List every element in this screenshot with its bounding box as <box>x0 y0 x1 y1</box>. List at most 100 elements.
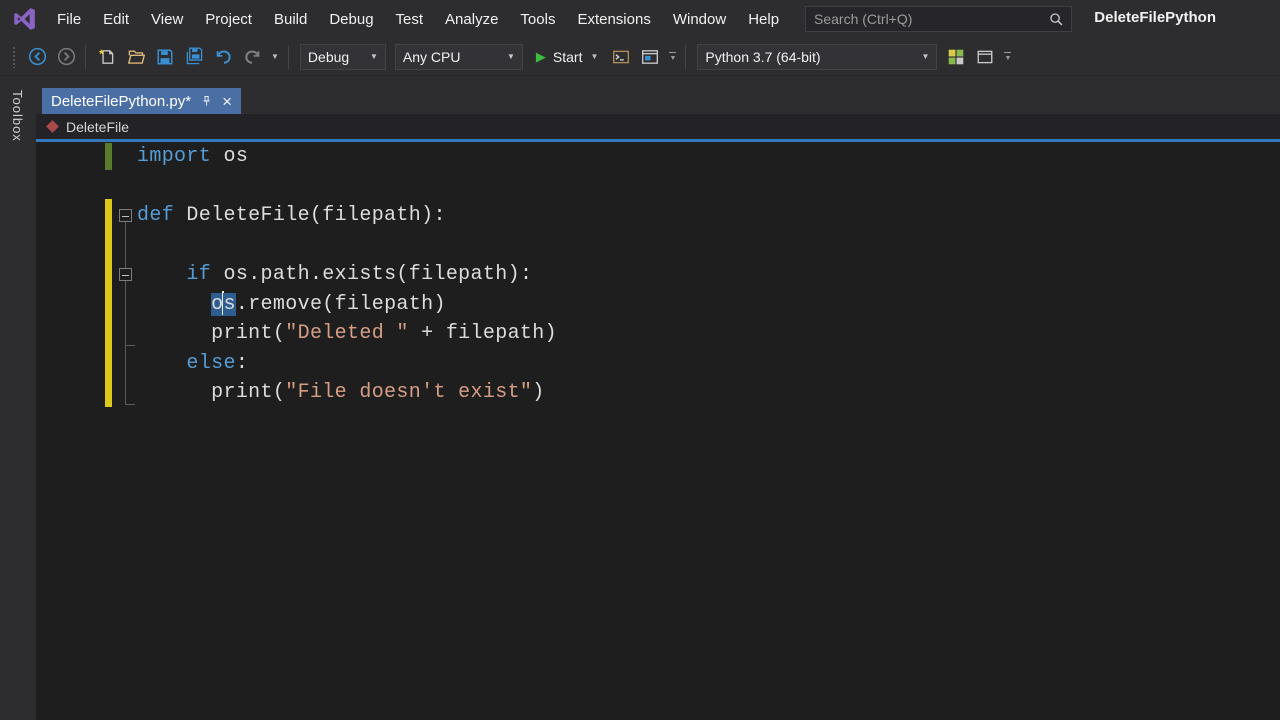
chevron-down-icon: ▼ <box>921 52 930 61</box>
code-token: os.path.exists(filepath): <box>211 263 533 286</box>
code-line[interactable]: os.remove(filepath) <box>137 290 1280 320</box>
code-token: ) <box>532 381 545 404</box>
menu-bar: File Edit View Project Build Debug Test Analyze… <box>0 0 1280 38</box>
python-environment-value: Python 3.7 (64-bit) <box>705 48 821 65</box>
chevron-down-icon: ▼ <box>507 52 515 61</box>
console-window-icon[interactable] <box>611 47 631 67</box>
toolbar-separator <box>287 44 289 69</box>
visual-studio-logo-icon <box>10 5 38 33</box>
code-lines: import os def DeleteFile(filepath): if os… <box>137 142 1280 408</box>
code-token: print( <box>137 381 286 404</box>
code-line[interactable]: print("File doesn't exist") <box>137 378 1280 408</box>
code-token: os <box>211 145 249 168</box>
code-token: else <box>186 351 236 375</box>
code-token: DeleteFile(filepath): <box>174 204 446 227</box>
pin-tab-icon[interactable] <box>200 95 213 108</box>
toolbar-overflow-icon[interactable]: ▼ <box>669 52 676 62</box>
start-options-chevron-icon[interactable]: ▼ <box>591 52 599 61</box>
toolbox-rail: Toolbox <box>0 76 36 720</box>
start-label: Start <box>552 48 583 65</box>
code-token: "Deleted " <box>285 322 409 345</box>
navigate-back-icon[interactable] <box>27 47 47 67</box>
code-token: : <box>235 351 249 375</box>
code-line[interactable]: if os.path.exists(filepath): <box>137 260 1280 290</box>
code-line[interactable]: import os <box>137 142 1280 172</box>
change-bar-saved <box>105 143 112 170</box>
window-title: DeleteFilePython <box>1094 9 1216 26</box>
visual-studio-window: File Edit View Project Build Debug Test Analyze… <box>0 0 1280 720</box>
environment-grid-icon[interactable] <box>946 47 966 67</box>
menu-item-window[interactable]: Window <box>662 0 737 38</box>
code-token: def <box>137 204 175 227</box>
new-file-icon[interactable] <box>97 47 117 67</box>
toolbox-tab[interactable]: Toolbox <box>10 90 25 142</box>
navigation-bar[interactable]: DeleteFile <box>36 114 1280 139</box>
code-line[interactable]: print("Deleted " + filepath) <box>137 319 1280 349</box>
redo-icon[interactable] <box>242 47 262 67</box>
menu-item-edit[interactable]: Edit <box>92 0 140 38</box>
menu-item-help[interactable]: Help <box>737 0 790 38</box>
menu-item-project[interactable]: Project <box>194 0 263 38</box>
code-token: .remove(filepath) <box>235 292 446 316</box>
chevron-down-icon: ▼ <box>370 52 378 61</box>
tab-strip: DeleteFilePython.py* × <box>36 76 1280 114</box>
collapse-toggle-def[interactable] <box>119 209 132 222</box>
close-tab-icon[interactable]: × <box>222 93 232 110</box>
code-line[interactable] <box>137 231 1280 261</box>
toolbar-overflow-icon[interactable]: ▼ <box>1004 52 1011 62</box>
collapse-toggle-if[interactable] <box>119 268 132 281</box>
menu-item-build[interactable]: Build <box>263 0 318 38</box>
code-token: import <box>137 145 212 168</box>
save-icon[interactable] <box>155 47 175 67</box>
code-token: s <box>223 292 236 316</box>
redo-history-chevron-icon[interactable]: ▼ <box>271 52 279 61</box>
code-token: + filepath) <box>408 322 557 345</box>
menu-item-test[interactable]: Test <box>385 0 435 38</box>
platform-dropdown[interactable]: Any CPU ▼ <box>394 43 523 70</box>
code-token: print( <box>137 322 286 345</box>
outline-region-end-tick <box>125 404 135 405</box>
toolbar-separator <box>85 44 86 69</box>
toolbar-separator <box>685 44 687 69</box>
menu-bar-items: File Edit View Project Build Debug Test Analyze… <box>46 0 790 38</box>
debug-target-dropdown[interactable]: Debug ▼ <box>299 43 386 70</box>
new-window-icon[interactable] <box>975 47 995 67</box>
change-bar-unsaved <box>105 199 112 407</box>
search-input[interactable] <box>806 7 1046 31</box>
search-icon[interactable] <box>1046 9 1066 29</box>
play-icon: ▶ <box>535 49 546 64</box>
menu-item-debug[interactable]: Debug <box>318 0 384 38</box>
code-token: "File doesn't exist" <box>285 381 533 404</box>
tab-deletefilepython[interactable]: DeleteFilePython.py* × <box>42 88 242 114</box>
menu-item-view[interactable]: View <box>140 0 194 38</box>
tab-title: DeleteFilePython.py* <box>51 92 192 110</box>
interactive-window-icon[interactable] <box>640 47 660 67</box>
search-box[interactable] <box>805 6 1072 32</box>
outline-region-end-tick <box>125 345 135 346</box>
outline-guide-line <box>125 222 126 404</box>
member-icon <box>46 120 59 133</box>
platform-value: Any CPU <box>402 48 461 65</box>
start-debugging-button[interactable]: ▶ Start ▼ <box>532 44 603 70</box>
navigate-forward-icon[interactable] <box>56 47 76 67</box>
debug-target-value: Debug <box>307 48 350 65</box>
code-editor[interactable]: import os def DeleteFile(filepath): if os… <box>36 142 1280 720</box>
menu-item-extensions[interactable]: Extensions <box>566 0 661 38</box>
python-environment-dropdown[interactable]: Python 3.7 (64-bit) ▼ <box>697 43 938 70</box>
code-token: if <box>186 263 212 286</box>
code-line[interactable]: def DeleteFile(filepath): <box>137 201 1280 231</box>
standard-toolbar: ▼ Debug ▼ Any CPU ▼ ▶ Start ▼ ▼ Python 3… <box>0 38 1280 76</box>
code-line[interactable]: else: <box>137 349 1280 379</box>
navbar-member: DeleteFile <box>66 118 130 135</box>
toolbar-grip[interactable] <box>12 45 16 68</box>
menu-item-analyze[interactable]: Analyze <box>434 0 509 38</box>
save-all-icon[interactable] <box>184 47 204 67</box>
menu-item-file[interactable]: File <box>46 0 92 38</box>
undo-icon[interactable] <box>213 47 233 67</box>
open-file-icon[interactable] <box>126 47 146 67</box>
menu-item-tools[interactable]: Tools <box>509 0 566 38</box>
code-line[interactable] <box>137 172 1280 202</box>
